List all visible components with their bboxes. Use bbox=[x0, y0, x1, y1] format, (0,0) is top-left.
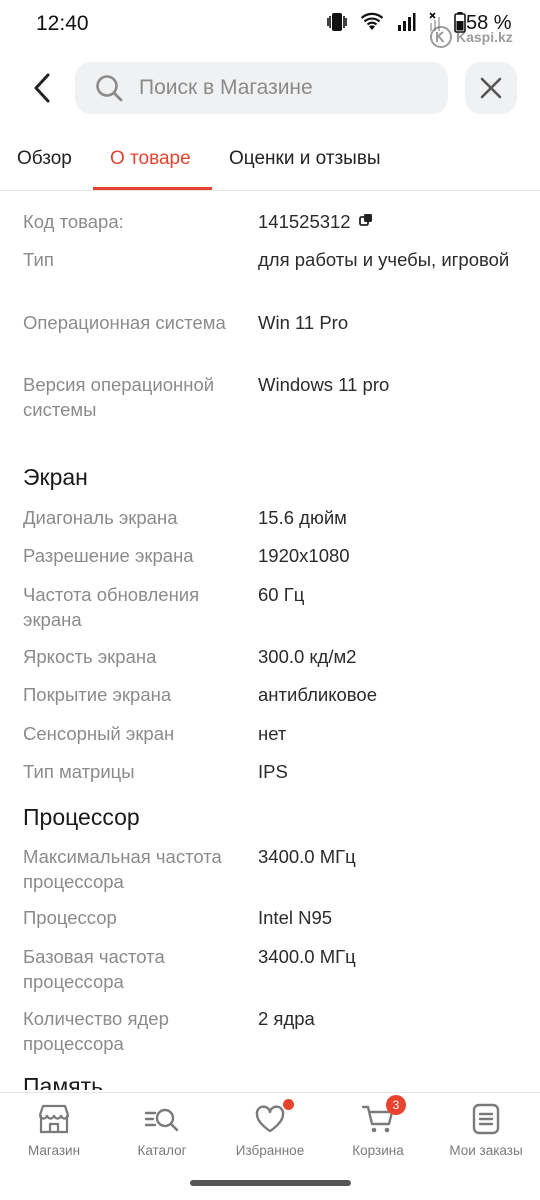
specs-list: Код товара: 141525312 Тип для работы и у… bbox=[0, 200, 540, 1090]
spec-label: Разрешение экрана bbox=[23, 545, 194, 566]
nav-catalog[interactable]: Каталог bbox=[108, 1103, 216, 1163]
nav-orders[interactable]: Мои заказы bbox=[432, 1103, 540, 1163]
spec-label: Сенсорный экран bbox=[23, 723, 175, 744]
tab-bar: Обзор О товаре Оценки и отзывы bbox=[0, 138, 540, 192]
spec-label: Покрытие экрана bbox=[23, 684, 172, 705]
spec-label: Базовая частота процессора bbox=[23, 946, 165, 992]
product-code-value: 141525312 bbox=[258, 211, 351, 232]
watermark: Kaspi.kz bbox=[430, 26, 513, 48]
back-button[interactable] bbox=[22, 68, 62, 108]
section-title-cpu: Процессор bbox=[23, 804, 140, 830]
spec-value: 60 Гц bbox=[258, 584, 305, 605]
search-input[interactable]: Поиск в Магазине bbox=[75, 62, 448, 114]
spec-label: Процессор bbox=[23, 907, 117, 928]
spec-label: Яркость экрана bbox=[23, 646, 157, 667]
nav-store[interactable]: Магазин bbox=[0, 1103, 108, 1163]
copy-icon[interactable] bbox=[358, 209, 373, 234]
section-title-memory: Память bbox=[23, 1073, 104, 1090]
watermark-text: Kaspi.kz bbox=[456, 29, 513, 45]
tab-reviews[interactable]: Оценки и отзывы bbox=[229, 148, 381, 170]
signal-icon bbox=[396, 12, 416, 37]
nav-label: Каталог bbox=[137, 1143, 187, 1158]
spec-label: Диагональ экрана bbox=[23, 507, 178, 528]
spec-value: 3400.0 МГц bbox=[258, 946, 356, 967]
spec-value: для работы и учебы, игровой bbox=[258, 249, 510, 270]
spec-value: Windows 11 pro bbox=[258, 374, 390, 395]
spec-label: Количество ядер процессора bbox=[23, 1008, 169, 1054]
nav-label: Избранное bbox=[235, 1143, 305, 1158]
nav-cart[interactable]: 3 Корзина bbox=[324, 1095, 432, 1163]
spec-value: антибликовое bbox=[258, 684, 377, 705]
notification-dot bbox=[283, 1099, 294, 1110]
spec-label: Максимальная частота процессора bbox=[23, 846, 222, 892]
divider bbox=[0, 190, 540, 191]
spec-value: 15.6 дюйм bbox=[258, 507, 347, 528]
spec-value: нет bbox=[258, 723, 287, 744]
spec-value: 300.0 кд/м2 bbox=[258, 646, 357, 667]
chevron-left-icon bbox=[34, 73, 50, 103]
close-icon bbox=[480, 77, 502, 99]
spec-label: Тип матрицы bbox=[23, 761, 135, 782]
tab-about-product[interactable]: О товаре bbox=[110, 148, 191, 170]
orders-icon bbox=[468, 1103, 504, 1135]
spec-label: Операционная система bbox=[23, 312, 226, 333]
cart-count-badge: 3 bbox=[386, 1095, 406, 1115]
status-time: 12:40 bbox=[36, 12, 89, 35]
spec-value: 141525312 bbox=[258, 210, 518, 235]
search-placeholder: Поиск в Магазине bbox=[139, 76, 313, 99]
spec-value: 2 ядра bbox=[258, 1008, 315, 1029]
section-title-screen: Экран bbox=[23, 464, 88, 490]
catalog-search-icon bbox=[144, 1103, 180, 1135]
spec-value: IPS bbox=[258, 761, 288, 782]
cart-icon: 3 bbox=[360, 1095, 406, 1135]
search-icon bbox=[93, 72, 125, 104]
spec-value: 3400.0 МГц bbox=[258, 846, 356, 867]
heart-icon bbox=[252, 1099, 294, 1135]
store-icon bbox=[36, 1103, 72, 1135]
nav-label: Корзина bbox=[352, 1143, 404, 1158]
home-indicator[interactable] bbox=[190, 1180, 351, 1186]
vibrate-icon bbox=[326, 11, 348, 38]
spec-label: Код товара: bbox=[23, 211, 124, 232]
close-button[interactable] bbox=[465, 62, 517, 114]
nav-label: Магазин bbox=[27, 1143, 81, 1158]
spec-value: Intel N95 bbox=[258, 907, 333, 928]
wifi-icon bbox=[360, 12, 384, 37]
nav-label: Мои заказы bbox=[449, 1143, 523, 1158]
status-bar: 12:40 58 % Kaspi.kz bbox=[0, 0, 540, 48]
header: Поиск в Магазине bbox=[0, 62, 540, 114]
nav-favorites[interactable]: Избранное bbox=[216, 1099, 324, 1163]
spec-label: Тип bbox=[23, 249, 54, 270]
spec-value: 1920x1080 bbox=[258, 545, 350, 566]
spec-value: Win 11 Pro bbox=[258, 312, 349, 333]
spec-label: Версия операционной системы bbox=[23, 374, 215, 420]
spec-label: Частота обновления экрана bbox=[23, 584, 200, 630]
tab-overview[interactable]: Обзор bbox=[17, 148, 72, 170]
kaspi-logo-icon bbox=[430, 26, 452, 48]
